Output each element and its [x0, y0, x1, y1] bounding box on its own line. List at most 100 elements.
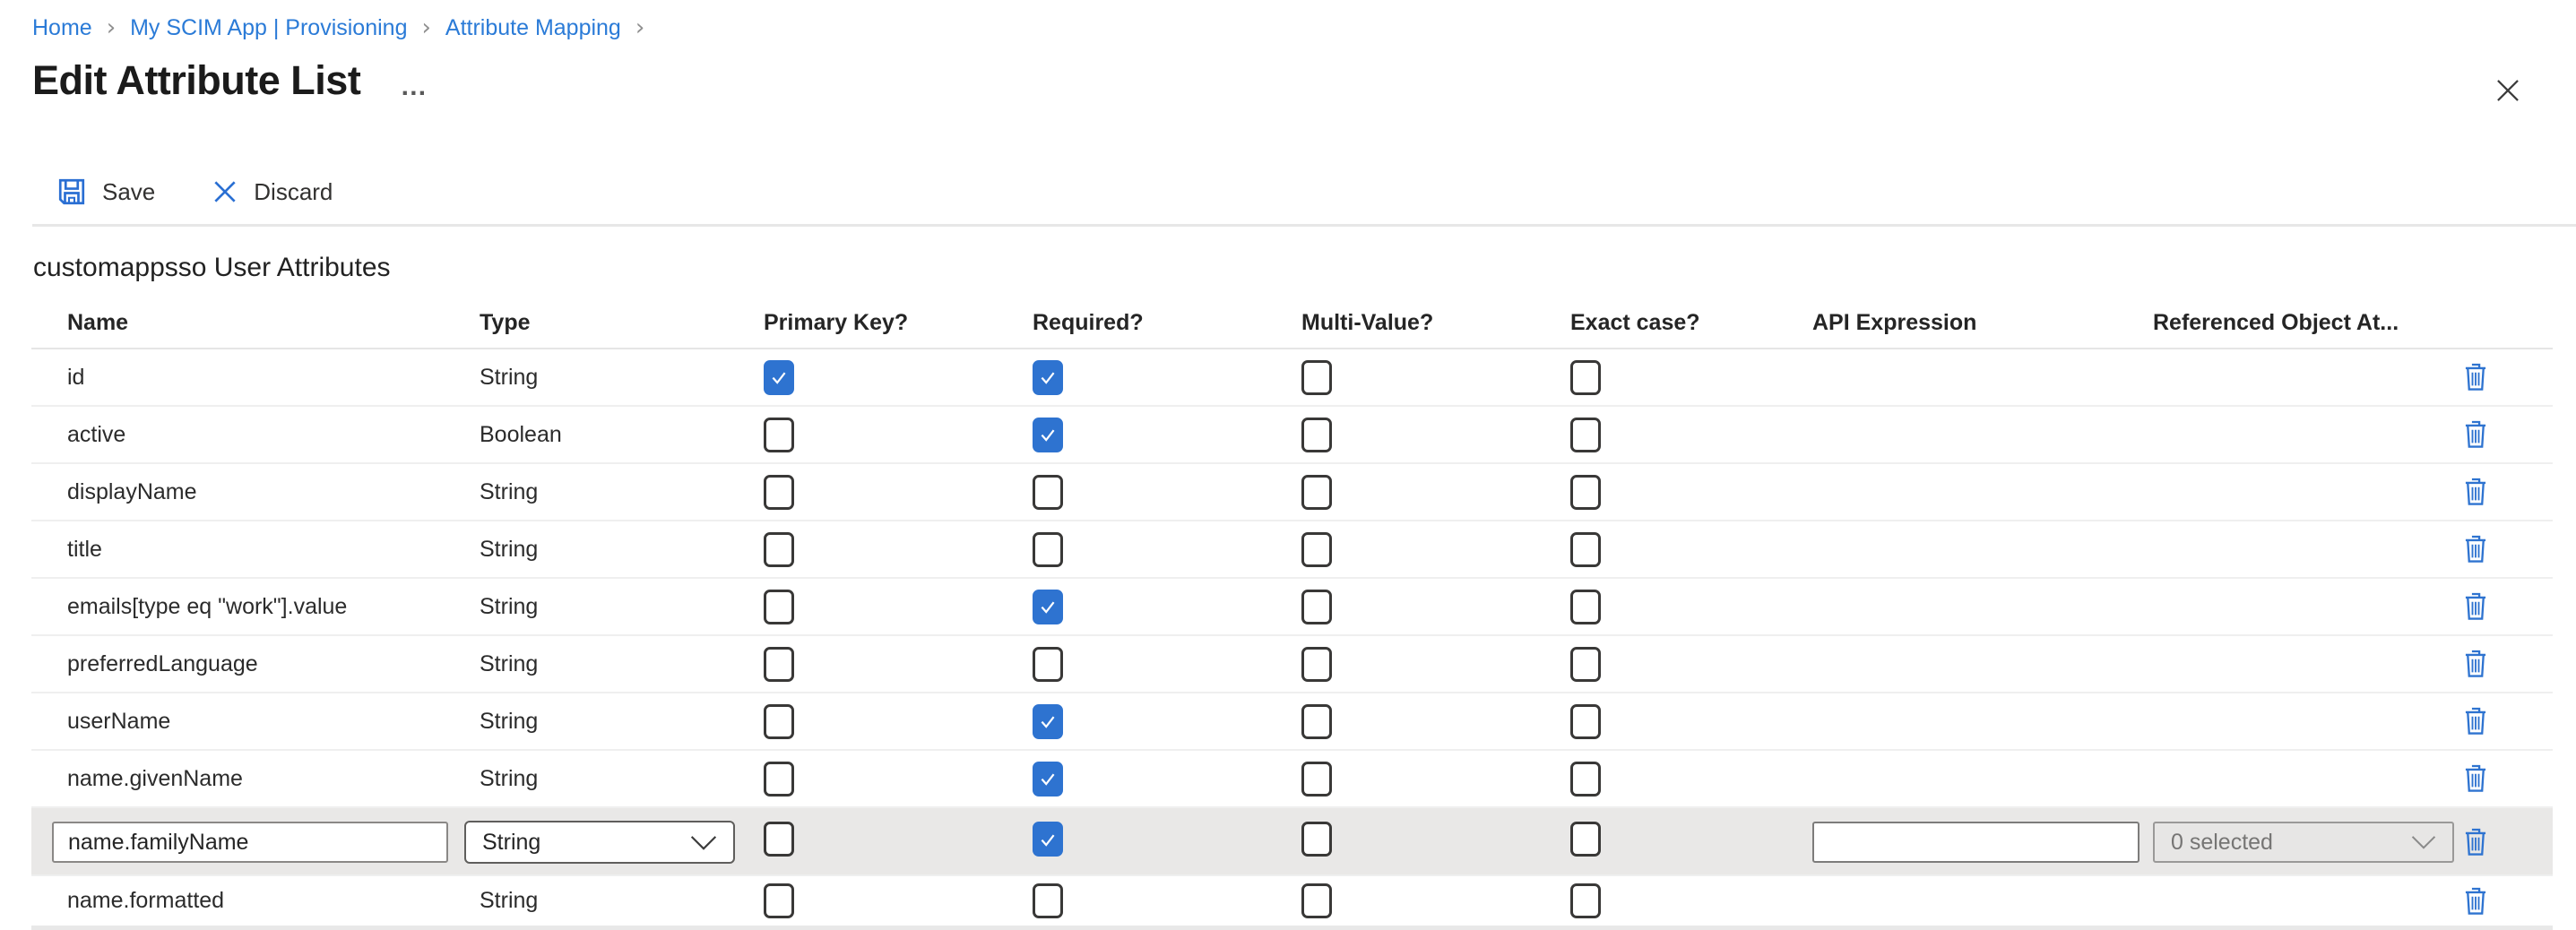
attribute-name: displayName: [31, 479, 480, 505]
exact-case-checkbox[interactable]: [1570, 762, 1601, 797]
attribute-name: id: [31, 365, 480, 391]
page-title: Edit Attribute List: [32, 57, 360, 104]
attribute-row-editing: String 0 selected: [31, 808, 2553, 876]
required-checkbox[interactable]: [1033, 883, 1063, 918]
required-checkbox[interactable]: [1033, 822, 1063, 857]
delete-attribute-button[interactable]: [2463, 764, 2488, 793]
attribute-row: active Boolean: [31, 407, 2553, 464]
attribute-row: preferredLanguage String: [31, 636, 2553, 693]
primary-key-checkbox[interactable]: [764, 762, 794, 797]
column-header-multi-value: Multi-Value?: [1301, 310, 1570, 336]
checkmark-icon: [1037, 829, 1059, 850]
multi-value-checkbox[interactable]: [1301, 822, 1332, 857]
checkmark-icon: [1037, 596, 1059, 617]
primary-key-checkbox[interactable]: [764, 647, 794, 682]
multi-value-checkbox[interactable]: [1301, 590, 1332, 624]
delete-attribute-button[interactable]: [2463, 363, 2488, 392]
close-icon: [2491, 73, 2525, 108]
primary-key-checkbox[interactable]: [764, 418, 794, 452]
exact-case-checkbox[interactable]: [1570, 647, 1601, 682]
primary-key-checkbox[interactable]: [764, 883, 794, 918]
save-button[interactable]: Save: [56, 176, 155, 208]
trash-icon: [2463, 764, 2488, 793]
delete-attribute-button[interactable]: [2463, 887, 2488, 916]
multi-value-checkbox[interactable]: [1301, 647, 1332, 682]
trash-icon: [2463, 707, 2488, 736]
multi-value-checkbox[interactable]: [1301, 360, 1332, 395]
delete-attribute-button[interactable]: [2463, 478, 2488, 506]
column-header-referenced-object: Referenced Object At...: [2153, 310, 2463, 336]
exact-case-checkbox[interactable]: [1570, 532, 1601, 567]
attribute-type: String: [480, 766, 764, 792]
breadcrumb-home[interactable]: Home: [32, 15, 92, 41]
api-expression-input[interactable]: [1812, 822, 2139, 863]
discard-x-icon: [211, 177, 239, 206]
column-header-api-expression: API Expression: [1812, 310, 2153, 336]
breadcrumb-provisioning[interactable]: My SCIM App | Provisioning: [130, 15, 407, 41]
multi-value-checkbox[interactable]: [1301, 704, 1332, 739]
type-select-value: String: [482, 830, 540, 856]
primary-key-checkbox[interactable]: [764, 822, 794, 857]
required-checkbox[interactable]: [1033, 704, 1063, 739]
attribute-row: title String: [31, 521, 2553, 579]
delete-attribute-button[interactable]: [2463, 707, 2488, 736]
delete-attribute-button[interactable]: [2463, 592, 2488, 621]
delete-attribute-button[interactable]: [2463, 828, 2488, 857]
attribute-name: name.formatted: [31, 888, 480, 914]
column-header-primary-key: Primary Key?: [764, 310, 1033, 336]
attribute-type: String: [480, 479, 764, 505]
trash-icon: [2463, 363, 2488, 392]
required-checkbox[interactable]: [1033, 762, 1063, 797]
primary-key-checkbox[interactable]: [764, 704, 794, 739]
attribute-name-input[interactable]: [52, 822, 448, 863]
column-header-type: Type: [480, 310, 764, 336]
breadcrumb: Home › My SCIM App | Provisioning › Attr…: [32, 14, 659, 41]
checkmark-icon: [1037, 768, 1059, 789]
attribute-type-select[interactable]: String: [464, 821, 735, 864]
attribute-name: emails[type eq "work"].value: [31, 594, 480, 620]
discard-button[interactable]: Discard: [211, 177, 333, 206]
attribute-type: String: [480, 651, 764, 677]
attribute-name: userName: [31, 709, 480, 735]
primary-key-checkbox[interactable]: [764, 590, 794, 624]
primary-key-checkbox[interactable]: [764, 360, 794, 395]
exact-case-checkbox[interactable]: [1570, 822, 1601, 857]
trash-icon: [2463, 420, 2488, 449]
exact-case-checkbox[interactable]: [1570, 704, 1601, 739]
breadcrumb-attribute-mapping[interactable]: Attribute Mapping: [445, 15, 621, 41]
more-options-button[interactable]: …: [400, 82, 429, 91]
required-checkbox[interactable]: [1033, 475, 1063, 510]
delete-attribute-button[interactable]: [2463, 535, 2488, 564]
attribute-type: String: [480, 888, 764, 914]
required-checkbox[interactable]: [1033, 647, 1063, 682]
exact-case-checkbox[interactable]: [1570, 590, 1601, 624]
checkmark-icon: [1037, 424, 1059, 445]
attribute-type: String: [480, 709, 764, 735]
close-button[interactable]: [2490, 73, 2526, 109]
checkmark-icon: [768, 366, 790, 388]
attribute-table: Name Type Primary Key? Required? Multi-V…: [31, 297, 2553, 930]
primary-key-checkbox[interactable]: [764, 532, 794, 567]
exact-case-checkbox[interactable]: [1570, 883, 1601, 918]
attribute-row: userName String: [31, 693, 2553, 751]
required-checkbox[interactable]: [1033, 590, 1063, 624]
exact-case-checkbox[interactable]: [1570, 418, 1601, 452]
multi-value-checkbox[interactable]: [1301, 532, 1332, 567]
exact-case-checkbox[interactable]: [1570, 475, 1601, 510]
required-checkbox[interactable]: [1033, 360, 1063, 395]
delete-attribute-button[interactable]: [2463, 420, 2488, 449]
multi-value-checkbox[interactable]: [1301, 418, 1332, 452]
trash-icon: [2463, 887, 2488, 916]
delete-attribute-button[interactable]: [2463, 650, 2488, 678]
referenced-object-select[interactable]: 0 selected: [2153, 822, 2454, 863]
exact-case-checkbox[interactable]: [1570, 360, 1601, 395]
multi-value-checkbox[interactable]: [1301, 762, 1332, 797]
chevron-down-icon: [2411, 835, 2436, 849]
primary-key-checkbox[interactable]: [764, 475, 794, 510]
trash-icon: [2463, 592, 2488, 621]
breadcrumb-separator: ›: [107, 14, 116, 41]
multi-value-checkbox[interactable]: [1301, 475, 1332, 510]
required-checkbox[interactable]: [1033, 418, 1063, 452]
required-checkbox[interactable]: [1033, 532, 1063, 567]
multi-value-checkbox[interactable]: [1301, 883, 1332, 918]
